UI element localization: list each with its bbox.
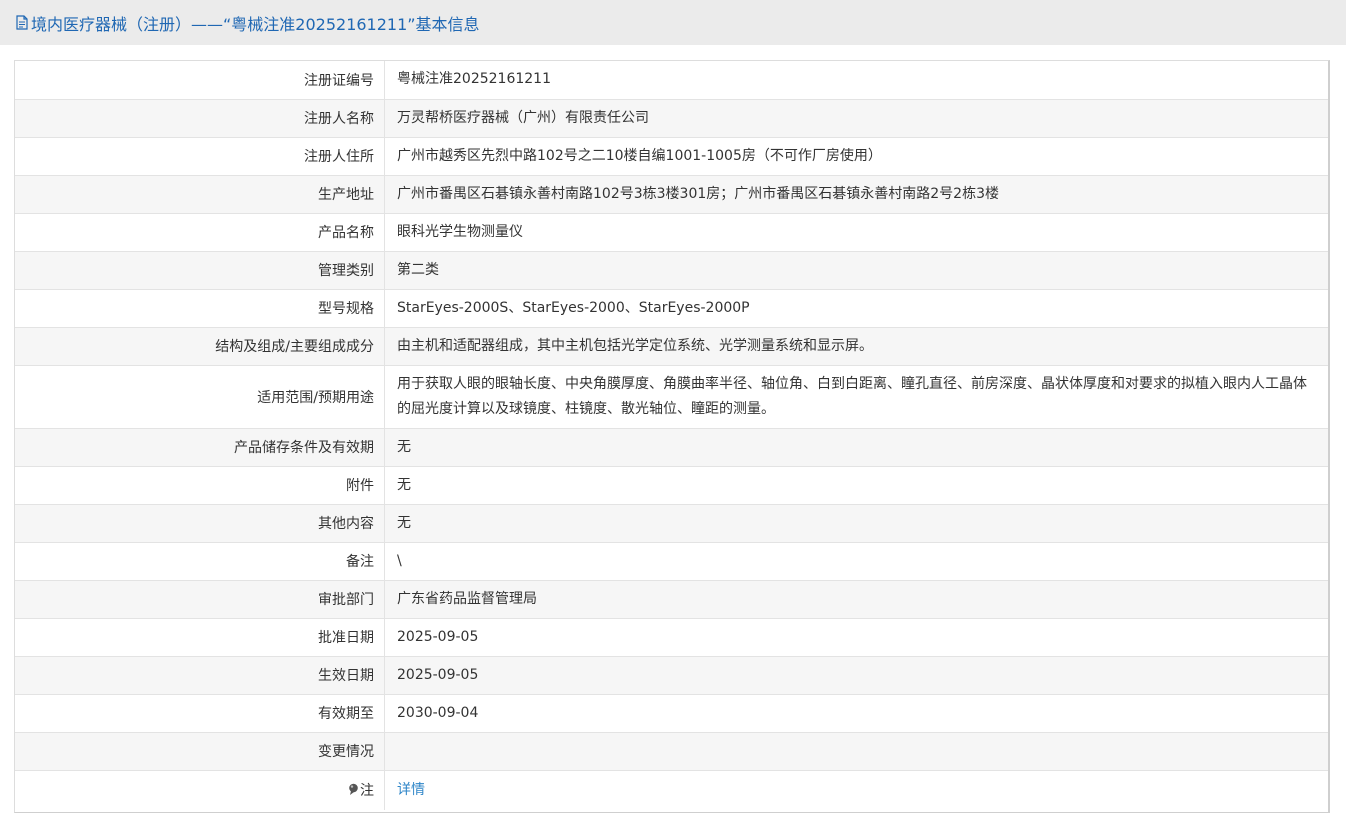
table-row: 产品名称 眼科光学生物测量仪 <box>15 213 1328 252</box>
field-label: 注册人住所 <box>15 137 385 176</box>
table-row: 注册证编号 粤械注准20252161211 <box>15 61 1328 100</box>
note-value-cell: 详情 <box>385 770 1329 810</box>
field-value: 粤械注准20252161211 <box>384 61 1328 100</box>
field-label: 管理类别 <box>15 251 385 290</box>
page-title: 境内医疗器械（注册）——“粤械注准20252161211”基本信息 <box>31 14 480 34</box>
document-icon <box>16 15 28 30</box>
field-value: 2025-09-05 <box>384 618 1328 657</box>
field-label: 变更情况 <box>15 732 385 771</box>
info-table-frame: 注册证编号 粤械注准20252161211 注册人名称 万灵帮桥医疗器械（广州）… <box>14 60 1330 813</box>
details-link[interactable]: 详情 <box>397 782 425 798</box>
field-label: 备注 <box>15 542 385 581</box>
field-value: 眼科光学生物测量仪 <box>384 213 1328 252</box>
field-label: 注册证编号 <box>15 61 385 100</box>
field-label: 其他内容 <box>15 504 385 543</box>
field-value: 2025-09-05 <box>384 656 1328 695</box>
field-label: 注册人名称 <box>15 99 385 138</box>
field-value: 无 <box>384 504 1328 543</box>
field-value: StarEyes-2000S、StarEyes-2000、StarEyes-20… <box>384 289 1328 328</box>
field-label: 审批部门 <box>15 580 385 619</box>
field-label: 批准日期 <box>15 618 385 657</box>
field-label: 结构及组成/主要组成成分 <box>15 327 385 366</box>
note-label-cell: 注 <box>15 770 385 810</box>
field-value <box>384 732 1328 771</box>
table-row: 结构及组成/主要组成成分 由主机和适配器组成，其中主机包括光学定位系统、光学测量… <box>15 327 1328 366</box>
field-label: 产品名称 <box>15 213 385 252</box>
field-value: 第二类 <box>384 251 1328 290</box>
field-label: 有效期至 <box>15 694 385 733</box>
note-label: 注 <box>360 783 374 800</box>
field-label: 产品储存条件及有效期 <box>15 428 385 467</box>
table-row: 批准日期 2025-09-05 <box>15 618 1328 657</box>
field-label: 生产地址 <box>15 175 385 214</box>
table-row: 备注 \ <box>15 542 1328 581</box>
field-value: 2030-09-04 <box>384 694 1328 733</box>
field-label: 型号规格 <box>15 289 385 328</box>
info-table: 注册证编号 粤械注准20252161211 注册人名称 万灵帮桥医疗器械（广州）… <box>15 61 1328 810</box>
field-value: 由主机和适配器组成，其中主机包括光学定位系统、光学测量系统和显示屏。 <box>384 327 1328 366</box>
pin-icon <box>348 783 359 796</box>
field-value: 广州市越秀区先烈中路102号之二10楼自编1001-1005房（不可作厂房使用） <box>384 137 1328 176</box>
table-row: 有效期至 2030-09-04 <box>15 694 1328 733</box>
field-value: 无 <box>384 466 1328 505</box>
page-title-bar: 境内医疗器械（注册）——“粤械注准20252161211”基本信息 <box>0 0 1346 45</box>
table-row: 变更情况 <box>15 732 1328 771</box>
field-label: 附件 <box>15 466 385 505</box>
field-value: 万灵帮桥医疗器械（广州）有限责任公司 <box>384 99 1328 138</box>
table-row: 注册人住所 广州市越秀区先烈中路102号之二10楼自编1001-1005房（不可… <box>15 137 1328 176</box>
table-row: 生效日期 2025-09-05 <box>15 656 1328 695</box>
field-value: 无 <box>384 428 1328 467</box>
note-row: 注 详情 <box>15 770 1328 810</box>
table-row: 附件 无 <box>15 466 1328 505</box>
field-value: \ <box>384 542 1328 581</box>
table-row: 审批部门 广东省药品监督管理局 <box>15 580 1328 619</box>
field-label: 适用范围/预期用途 <box>15 365 385 429</box>
table-row: 适用范围/预期用途 用于获取人眼的眼轴长度、中央角膜厚度、角膜曲率半径、轴位角、… <box>15 365 1328 429</box>
table-row: 注册人名称 万灵帮桥医疗器械（广州）有限责任公司 <box>15 99 1328 138</box>
table-row: 生产地址 广州市番禺区石碁镇永善村南路102号3栋3楼301房；广州市番禺区石碁… <box>15 175 1328 214</box>
field-value: 用于获取人眼的眼轴长度、中央角膜厚度、角膜曲率半径、轴位角、白到白距离、瞳孔直径… <box>384 365 1328 429</box>
table-row: 管理类别 第二类 <box>15 251 1328 290</box>
field-label: 生效日期 <box>15 656 385 695</box>
table-row: 型号规格 StarEyes-2000S、StarEyes-2000、StarEy… <box>15 289 1328 328</box>
table-row: 其他内容 无 <box>15 504 1328 543</box>
table-row: 产品储存条件及有效期 无 <box>15 428 1328 467</box>
field-value: 广东省药品监督管理局 <box>384 580 1328 619</box>
field-value: 广州市番禺区石碁镇永善村南路102号3栋3楼301房；广州市番禺区石碁镇永善村南… <box>384 175 1328 214</box>
